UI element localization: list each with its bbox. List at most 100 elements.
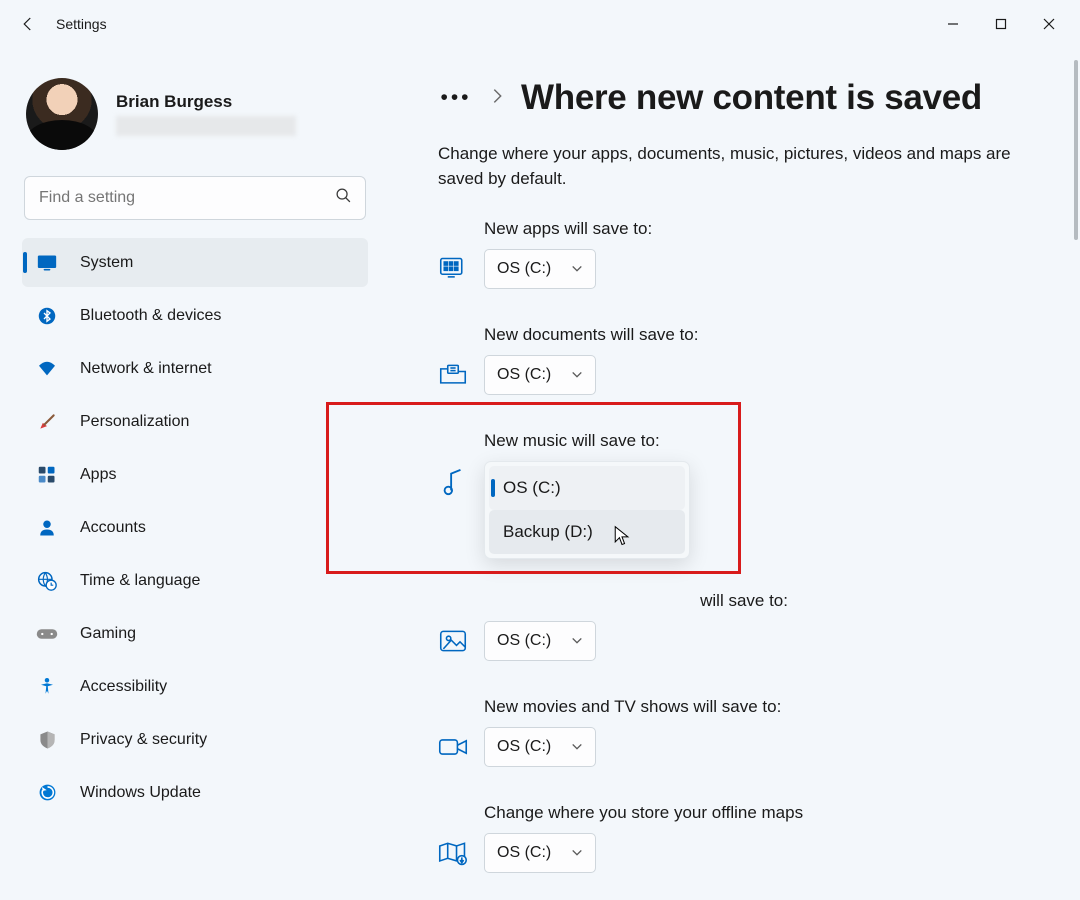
avatar (26, 78, 98, 150)
shield-icon (36, 729, 58, 751)
sidebar-item-label: Bluetooth & devices (80, 307, 221, 325)
chevron-down-icon (571, 740, 583, 755)
cursor-icon (613, 525, 631, 547)
sidebar-item-label: Apps (80, 466, 116, 484)
sidebar-item-label: Accounts (80, 519, 146, 537)
content-area: ••• Where new content is saved Change wh… (390, 48, 1080, 900)
minimize-button[interactable] (930, 8, 976, 40)
dropdown-value: OS (C:) (497, 844, 551, 862)
sidebar-item-label: Privacy & security (80, 731, 207, 749)
close-icon (1043, 18, 1055, 30)
video-camera-icon (438, 732, 468, 762)
display-icon (36, 252, 58, 274)
chevron-down-icon (571, 262, 583, 277)
setting-movies: New movies and TV shows will save to: OS… (438, 697, 1032, 767)
maximize-button[interactable] (978, 8, 1024, 40)
minimize-icon (947, 18, 959, 30)
sidebar-item-windows-update[interactable]: Windows Update (22, 768, 368, 817)
maps-location-dropdown[interactable]: OS (C:) (484, 833, 596, 873)
user-name: Brian Burgess (116, 92, 296, 112)
folder-document-icon (438, 360, 468, 390)
back-button[interactable] (8, 4, 48, 44)
close-button[interactable] (1026, 8, 1072, 40)
bluetooth-icon (36, 305, 58, 327)
sidebar-item-apps[interactable]: Apps (22, 450, 368, 499)
breadcrumb-ellipsis-button[interactable]: ••• (438, 80, 474, 116)
music-note-icon (438, 467, 468, 497)
sidebar-item-label: Gaming (80, 625, 136, 643)
dropdown-option-backup-d[interactable]: Backup (D:) (489, 510, 685, 554)
sidebar-item-accessibility[interactable]: Accessibility (22, 662, 368, 711)
paintbrush-icon (36, 411, 58, 433)
sidebar-item-network[interactable]: Network & internet (22, 344, 368, 393)
user-profile[interactable]: Brian Burgess (22, 68, 368, 170)
nav-list: System Bluetooth & devices Network & int… (22, 238, 368, 817)
chevron-right-icon (492, 88, 503, 109)
page-title: Where new content is saved (521, 78, 982, 118)
window-title: Settings (56, 16, 107, 32)
sidebar-item-privacy[interactable]: Privacy & security (22, 715, 368, 764)
globe-clock-icon (36, 570, 58, 592)
setting-label: New movies and TV shows will save to: (484, 697, 1032, 717)
sidebar-item-personalization[interactable]: Personalization (22, 397, 368, 446)
map-download-icon (438, 838, 468, 868)
chevron-down-icon (571, 846, 583, 861)
window-controls (930, 8, 1072, 40)
pictures-location-dropdown[interactable]: OS (C:) (484, 621, 596, 661)
apps-icon (36, 464, 58, 486)
chevron-down-icon (571, 634, 583, 649)
search-icon (335, 187, 352, 209)
dropdown-option-label: Backup (D:) (503, 522, 593, 542)
apps-grid-icon (438, 254, 468, 284)
dropdown-value: OS (C:) (497, 738, 551, 756)
setting-label: New apps will save to: (484, 219, 1032, 239)
sidebar-item-label: Time & language (80, 572, 200, 590)
sidebar-item-gaming[interactable]: Gaming (22, 609, 368, 658)
page-subtitle: Change where your apps, documents, music… (438, 142, 1032, 191)
person-icon (36, 517, 58, 539)
setting-apps: New apps will save to: OS (C:) (438, 219, 1032, 289)
setting-music: New music will save to: OS (C:) Backup (… (438, 431, 1032, 559)
titlebar: Settings (0, 0, 1080, 48)
accessibility-icon (36, 676, 58, 698)
setting-documents: New documents will save to: OS (C:) (438, 325, 1032, 395)
dropdown-value: OS (C:) (497, 366, 551, 384)
sidebar-item-bluetooth[interactable]: Bluetooth & devices (22, 291, 368, 340)
user-email-redacted (116, 116, 296, 136)
sidebar-item-label: System (80, 254, 133, 272)
picture-icon (438, 626, 468, 656)
search-input[interactable] (24, 176, 366, 220)
gamepad-icon (36, 623, 58, 645)
sidebar-item-system[interactable]: System (22, 238, 368, 287)
sidebar-item-label: Personalization (80, 413, 189, 431)
update-icon (36, 782, 58, 804)
documents-location-dropdown[interactable]: OS (C:) (484, 355, 596, 395)
wifi-icon (36, 358, 58, 380)
setting-label: New documents will save to: (484, 325, 1032, 345)
sidebar-item-label: Accessibility (80, 678, 167, 696)
sidebar-item-label: Network & internet (80, 360, 212, 378)
sidebar-item-time-language[interactable]: Time & language (22, 556, 368, 605)
breadcrumb: ••• Where new content is saved (438, 78, 1032, 118)
setting-label: New music will save to: (484, 431, 1032, 451)
sidebar: Brian Burgess System Bluetooth & devices… (0, 48, 390, 900)
setting-label: will save to: (438, 591, 788, 611)
music-location-dropdown-open: OS (C:) Backup (D:) (484, 461, 690, 559)
search-box (24, 176, 366, 220)
dropdown-value: OS (C:) (497, 260, 551, 278)
dropdown-option-label: OS (C:) (503, 478, 561, 498)
arrow-left-icon (19, 15, 37, 33)
setting-maps: Change where you store your offline maps… (438, 803, 1032, 873)
movies-location-dropdown[interactable]: OS (C:) (484, 727, 596, 767)
dropdown-value: OS (C:) (497, 632, 551, 650)
setting-pictures: will save to: OS (C:) (438, 591, 1032, 661)
chevron-down-icon (571, 368, 583, 383)
settings-list: New apps will save to: OS (C:) New docum… (438, 219, 1032, 873)
sidebar-item-label: Windows Update (80, 784, 201, 802)
scrollbar-thumb[interactable] (1074, 60, 1078, 240)
dropdown-option-os-c[interactable]: OS (C:) (489, 466, 685, 510)
setting-label: Change where you store your offline maps (484, 803, 1032, 823)
scrollbar[interactable] (1074, 60, 1078, 892)
apps-location-dropdown[interactable]: OS (C:) (484, 249, 596, 289)
sidebar-item-accounts[interactable]: Accounts (22, 503, 368, 552)
